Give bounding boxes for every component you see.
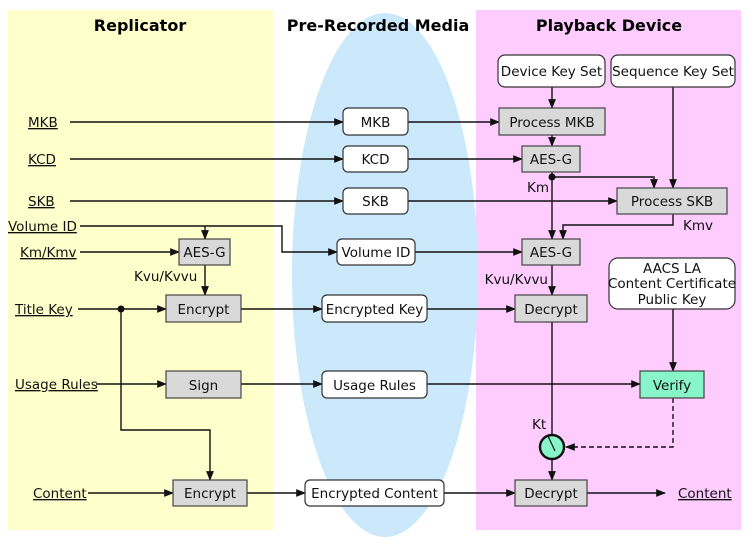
svg-text:KCD: KCD xyxy=(362,152,390,168)
svg-text:Usage Rules: Usage Rules xyxy=(333,378,416,394)
playback-header: Playback Device xyxy=(536,16,682,35)
svg-text:Volume ID: Volume ID xyxy=(342,245,411,261)
media-encrypted-content: Encrypted Content xyxy=(304,479,445,507)
replicator-aes-g: AES-G xyxy=(178,238,231,266)
content-certificate-public-key: AACS LA Content Certificate Public Key xyxy=(608,257,736,310)
svg-text:MKB: MKB xyxy=(361,115,391,131)
svg-text:Encrypt: Encrypt xyxy=(184,486,236,502)
svg-text:Content Certificate: Content Certificate xyxy=(608,276,736,292)
svg-text:Encrypt: Encrypt xyxy=(178,302,230,318)
media-kcd: KCD xyxy=(342,145,409,173)
svg-text:Process SKB: Process SKB xyxy=(631,194,713,210)
input-skb: SKB xyxy=(28,194,55,210)
replicator-kvu-label: Kvu/Kvvu xyxy=(134,269,197,285)
media-mkb: MKB xyxy=(342,107,409,136)
verify-box: Verify xyxy=(639,370,705,399)
input-kcd: KCD xyxy=(28,152,56,168)
playback-aes-g-1: AES-G xyxy=(521,145,581,173)
device-key-set: Device Key Set xyxy=(497,54,606,88)
svg-text:Process MKB: Process MKB xyxy=(509,115,594,131)
input-volume-id: Volume ID xyxy=(8,219,77,235)
kmv-label: Kmv xyxy=(683,218,713,234)
media-skb: SKB xyxy=(342,187,409,215)
media-header: Pre-Recorded Media xyxy=(287,16,469,35)
svg-text:Decrypt: Decrypt xyxy=(524,302,578,318)
replicator-sign: Sign xyxy=(165,370,242,399)
input-km-kmv: Km/Kmv xyxy=(20,245,77,261)
svg-text:AES-G: AES-G xyxy=(530,245,572,261)
process-skb: Process SKB xyxy=(616,187,728,215)
svg-text:Decrypt: Decrypt xyxy=(524,486,578,502)
playback-decrypt-key: Decrypt xyxy=(514,294,588,323)
sequence-key-set: Sequence Key Set xyxy=(610,54,736,88)
replicator-encrypt-key: Encrypt xyxy=(165,294,242,323)
aacs-diagram: Replicator Pre-Recorded Media Playback D… xyxy=(8,10,741,537)
input-content: Content xyxy=(33,486,87,502)
playback-decrypt-content: Decrypt xyxy=(514,479,588,507)
svg-text:Sign: Sign xyxy=(189,378,218,394)
svg-text:Encrypted Content: Encrypted Content xyxy=(311,486,438,502)
svg-text:SKB: SKB xyxy=(362,194,389,210)
km-label: Km xyxy=(527,180,549,196)
switch-icon xyxy=(538,433,566,461)
svg-text:AES-G: AES-G xyxy=(183,245,225,261)
replicator-header: Replicator xyxy=(94,16,187,35)
svg-text:Device Key Set: Device Key Set xyxy=(501,64,602,80)
input-title-key: Title Key xyxy=(14,302,73,318)
svg-text:Encrypted Key: Encrypted Key xyxy=(326,302,424,318)
media-volume-id: Volume ID xyxy=(336,238,416,266)
replicator-encrypt-content: Encrypt xyxy=(172,479,248,507)
kt-label: Kt xyxy=(532,417,546,433)
svg-text:AACS LA: AACS LA xyxy=(643,261,702,277)
playback-aes-g-2: AES-G xyxy=(521,238,581,266)
input-usage-rules: Usage Rules xyxy=(15,377,98,393)
svg-text:Verify: Verify xyxy=(653,378,691,394)
process-mkb: Process MKB xyxy=(498,107,606,136)
playback-kvu-label: Kvu/Kvvu xyxy=(485,272,548,288)
media-usage-rules: Usage Rules xyxy=(321,370,428,399)
output-content: Content xyxy=(678,486,732,502)
svg-text:AES-G: AES-G xyxy=(530,152,572,168)
svg-text:Sequence Key Set: Sequence Key Set xyxy=(612,64,734,80)
svg-text:Public Key: Public Key xyxy=(638,292,707,308)
media-ellipse xyxy=(292,13,478,537)
media-encrypted-key: Encrypted Key xyxy=(321,294,428,323)
input-mkb: MKB xyxy=(28,115,58,131)
